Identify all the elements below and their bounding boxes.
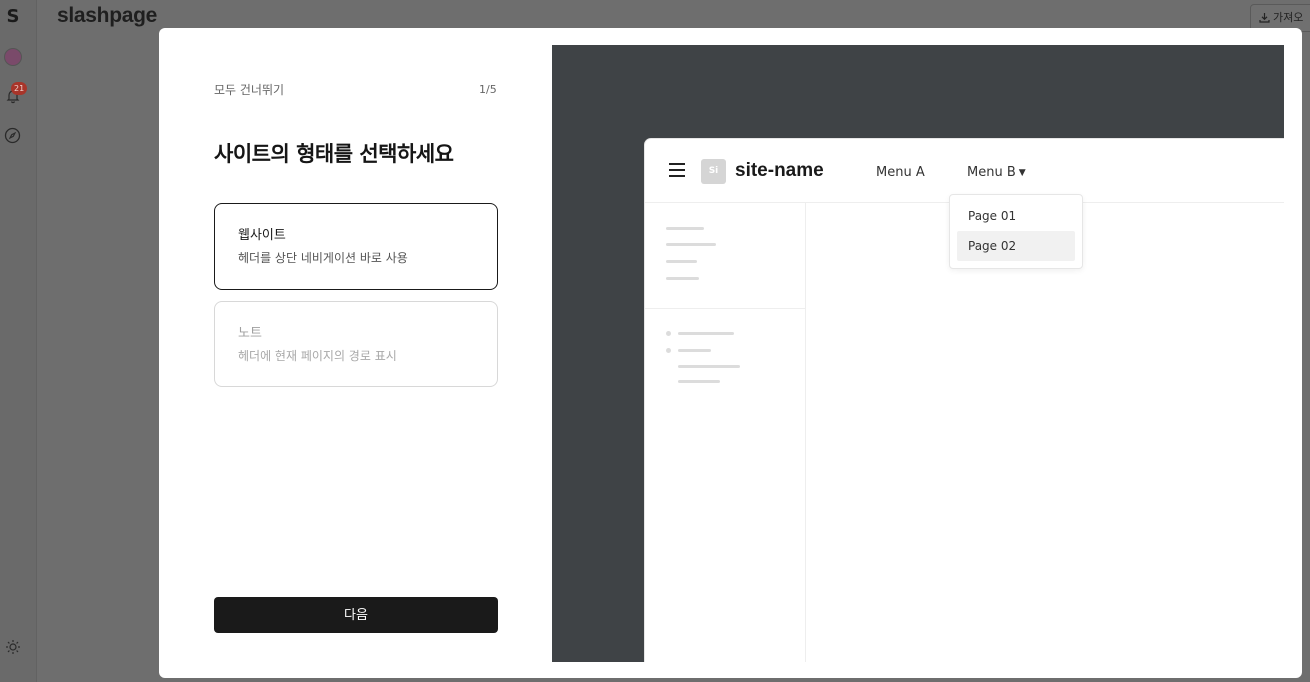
- preview-dropdown: Page 01 Page 02: [949, 194, 1083, 269]
- option-note[interactable]: 노트 헤더에 현재 페이지의 경로 표시: [214, 301, 498, 387]
- placeholder-bullet: [666, 331, 671, 336]
- option-description: 헤더를 상단 네비게이션 바로 사용: [238, 251, 408, 265]
- placeholder-line: [666, 243, 716, 246]
- placeholder-line: [666, 277, 699, 280]
- site-preview: Si site-name Menu A Menu B ▼ Page 01 Pag…: [552, 45, 1284, 662]
- preview-dropdown-item-active: Page 02: [957, 231, 1075, 261]
- preview-site-window: Si site-name Menu A Menu B ▼ Page 01 Pag…: [644, 138, 1284, 662]
- chevron-down-icon: ▼: [1018, 168, 1026, 178]
- step-indicator: 1/5: [479, 83, 497, 96]
- preview-menu-a: Menu A: [876, 165, 925, 180]
- placeholder-line: [666, 260, 697, 263]
- page-title: 사이트의 형태를 선택하세요: [214, 142, 454, 166]
- placeholder-bullet: [666, 348, 671, 353]
- skip-all-link[interactable]: 모두 건너뛰기: [214, 81, 284, 98]
- hamburger-menu-icon: [669, 163, 685, 177]
- preview-sidebar: [645, 203, 806, 662]
- sidebar-divider: [645, 308, 806, 309]
- download-icon: [1259, 13, 1270, 23]
- next-button[interactable]: 다음: [214, 597, 498, 633]
- avatar[interactable]: [4, 48, 22, 66]
- placeholder-line: [678, 349, 711, 352]
- notification-badge: 21: [11, 82, 28, 95]
- placeholder-line: [678, 365, 740, 368]
- option-title: 노트: [238, 326, 262, 341]
- option-description: 헤더에 현재 페이지의 경로 표시: [238, 349, 397, 363]
- placeholder-line: [678, 380, 720, 383]
- option-website[interactable]: 웹사이트 헤더를 상단 네비게이션 바로 사용: [214, 203, 498, 290]
- left-rail: S 21: [0, 0, 37, 682]
- placeholder-line: [678, 332, 734, 335]
- placeholder-line: [666, 227, 704, 230]
- preview-dropdown-item: Page 01: [968, 209, 1017, 223]
- option-title: 웹사이트: [238, 228, 286, 243]
- app-title: slashpage: [57, 4, 158, 27]
- preview-menu-b-label: Menu B: [967, 165, 1016, 180]
- compass-icon[interactable]: [4, 127, 21, 144]
- onboarding-modal: 모두 건너뛰기 1/5 사이트의 형태를 선택하세요 웹사이트 헤더를 상단 네…: [159, 28, 1302, 678]
- import-label: 가져오: [1273, 11, 1304, 24]
- preview-site-name: site-name: [735, 160, 824, 181]
- preview-menu-b: Menu B ▼: [967, 165, 1026, 180]
- slashpage-logo-icon[interactable]: S: [6, 7, 20, 27]
- onboarding-panel: 모두 건너뛰기 1/5 사이트의 형태를 선택하세요 웹사이트 헤더를 상단 네…: [159, 28, 552, 678]
- theme-sun-icon[interactable]: [5, 639, 21, 655]
- preview-site-logo: Si: [701, 159, 726, 184]
